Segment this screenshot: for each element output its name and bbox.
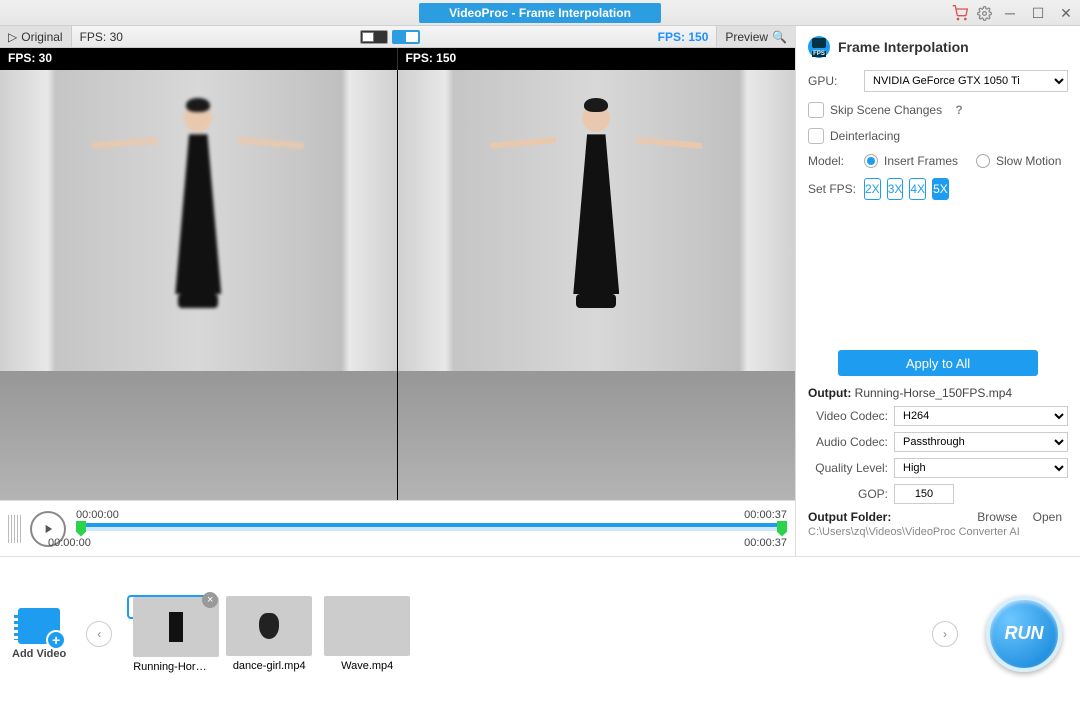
gop-label: GOP: — [808, 487, 888, 501]
original-button[interactable]: ▷ Original — [0, 26, 72, 47]
range-end-handle[interactable] — [777, 521, 787, 537]
toggle-split-view[interactable] — [392, 30, 420, 44]
run-button[interactable]: RUN — [986, 596, 1062, 672]
range-start-handle[interactable] — [76, 521, 86, 537]
thumbnail-close-icon[interactable]: × — [202, 592, 218, 608]
open-button[interactable]: Open — [1027, 508, 1068, 526]
thumbnail-name: dance-girl.mp4 — [226, 660, 312, 672]
timeline[interactable]: 00:00:00 00:00:37 00:00:00 00:00:37 — [76, 509, 787, 549]
fps-left-label: FPS: 30 — [72, 30, 131, 44]
fps-badge-icon: FPS — [808, 36, 830, 58]
toggle-single-view[interactable] — [360, 30, 388, 44]
audio-codec-label: Audio Codec: — [808, 435, 888, 449]
fps-right-label: FPS: 150 — [650, 30, 717, 44]
panel-title-row: FPS Frame Interpolation — [808, 36, 1068, 58]
skip-scene-checkbox[interactable] — [808, 102, 824, 118]
play-icon: ▷ — [8, 30, 17, 44]
deinterlacing-label: Deinterlacing — [830, 129, 900, 143]
minimize-button[interactable]: ─ — [996, 0, 1024, 26]
add-video-button[interactable]: Add Video — [12, 608, 66, 660]
fps-overlay-left: FPS: 30 — [0, 48, 398, 70]
time-start-top: 00:00:00 — [76, 509, 119, 521]
range-start-label: 00:00:00 — [48, 537, 91, 549]
maximize-button[interactable]: ☐ — [1024, 0, 1052, 26]
model-insert-label: Insert Frames — [884, 154, 958, 168]
skip-scene-label: Skip Scene Changes — [830, 103, 942, 117]
fps-3x-button[interactable]: 3X — [887, 178, 904, 200]
thumbnail-image — [324, 596, 410, 656]
gpu-label: GPU: — [808, 74, 858, 88]
panel-title: Frame Interpolation — [838, 39, 969, 55]
video-left-original — [0, 70, 398, 500]
output-filename: Running-Horse_150FPS.mp4 — [855, 386, 1012, 400]
browse-button[interactable]: Browse — [971, 508, 1023, 526]
range-end-label: 00:00:37 — [744, 537, 787, 549]
model-slow-radio[interactable] — [976, 154, 990, 168]
titlebar: VideoProc - Frame Interpolation ─ ☐ ✕ — [0, 0, 1080, 26]
fps-multiplier-group: 2X 3X4X 5X — [864, 178, 949, 200]
bottom-strip: Add Video ‹ ×Running-Horse.mdance-girl.m… — [0, 556, 1080, 710]
fps-2x-button[interactable]: 2X — [864, 178, 881, 200]
cart-icon[interactable] — [948, 0, 972, 26]
time-end-top: 00:00:37 — [744, 509, 787, 521]
help-icon[interactable]: ? — [952, 103, 966, 117]
video-codec-label: Video Codec: — [808, 409, 888, 423]
add-video-icon — [18, 608, 60, 644]
thumb-next-button[interactable]: › — [932, 621, 958, 647]
thumbnail-item[interactable]: ×Running-Horse.m — [128, 596, 214, 618]
fps-4x-button[interactable]: 4X — [909, 178, 926, 200]
output-folder-path: C:\Users\zq\Videos\VideoProc Converter A… — [808, 526, 1068, 538]
quality-label: Quality Level: — [808, 461, 888, 475]
search-icon: 🔍 — [772, 30, 787, 44]
grip-handle[interactable] — [8, 515, 22, 543]
gear-icon[interactable] — [972, 0, 996, 26]
model-insert-radio[interactable] — [864, 154, 878, 168]
gop-input[interactable] — [894, 484, 954, 504]
apply-to-all-button[interactable]: Apply to All — [838, 350, 1038, 376]
gpu-select[interactable]: NVIDIA GeForce GTX 1050 Ti — [864, 70, 1068, 92]
fps-5x-button[interactable]: 5X — [932, 178, 949, 200]
settings-panel: FPS Frame Interpolation GPU: NVIDIA GeFo… — [795, 26, 1080, 556]
video-preview-area — [0, 70, 795, 500]
app-title: VideoProc - Frame Interpolation — [419, 3, 661, 23]
output-label: Output: — [808, 386, 851, 400]
model-slow-label: Slow Motion — [996, 154, 1061, 168]
player-controls: 00:00:00 00:00:37 00:00:00 00:00:37 — [0, 500, 795, 556]
model-label: Model: — [808, 154, 858, 168]
fps-overlay-right: FPS: 150 — [398, 48, 796, 70]
fps-overlay-bar: FPS: 30 FPS: 150 — [0, 48, 795, 70]
original-label: Original — [21, 30, 62, 44]
deinterlacing-checkbox[interactable] — [808, 128, 824, 144]
thumbnail-image — [226, 596, 312, 656]
thumbnail-item[interactable]: dance-girl.mp4 — [226, 596, 312, 672]
preview-button[interactable]: Preview 🔍 — [716, 26, 795, 47]
preview-toolbar: ▷ Original FPS: 30 FPS: 150 Preview 🔍 — [0, 26, 795, 48]
output-folder-label: Output Folder: — [808, 510, 891, 524]
thumbnail-list: ×Running-Horse.m dance-girl.mp4 Wave.mp4 — [128, 596, 410, 672]
thumb-prev-button[interactable]: ‹ — [86, 621, 112, 647]
close-button[interactable]: ✕ — [1052, 0, 1080, 26]
set-fps-label: Set FPS: — [808, 182, 858, 196]
timeline-fill — [78, 523, 785, 527]
compare-toggles — [354, 30, 426, 44]
audio-codec-select[interactable]: Passthrough — [894, 432, 1068, 452]
thumbnail-name: Running-Horse.m — [133, 661, 209, 673]
preview-label: Preview — [725, 30, 768, 44]
thumbnail-item[interactable]: Wave.mp4 — [324, 596, 410, 672]
video-codec-select[interactable]: H264 — [894, 406, 1068, 426]
thumbnail-name: Wave.mp4 — [324, 660, 410, 672]
quality-select[interactable]: High — [894, 458, 1068, 478]
video-right-interpolated — [398, 70, 796, 500]
